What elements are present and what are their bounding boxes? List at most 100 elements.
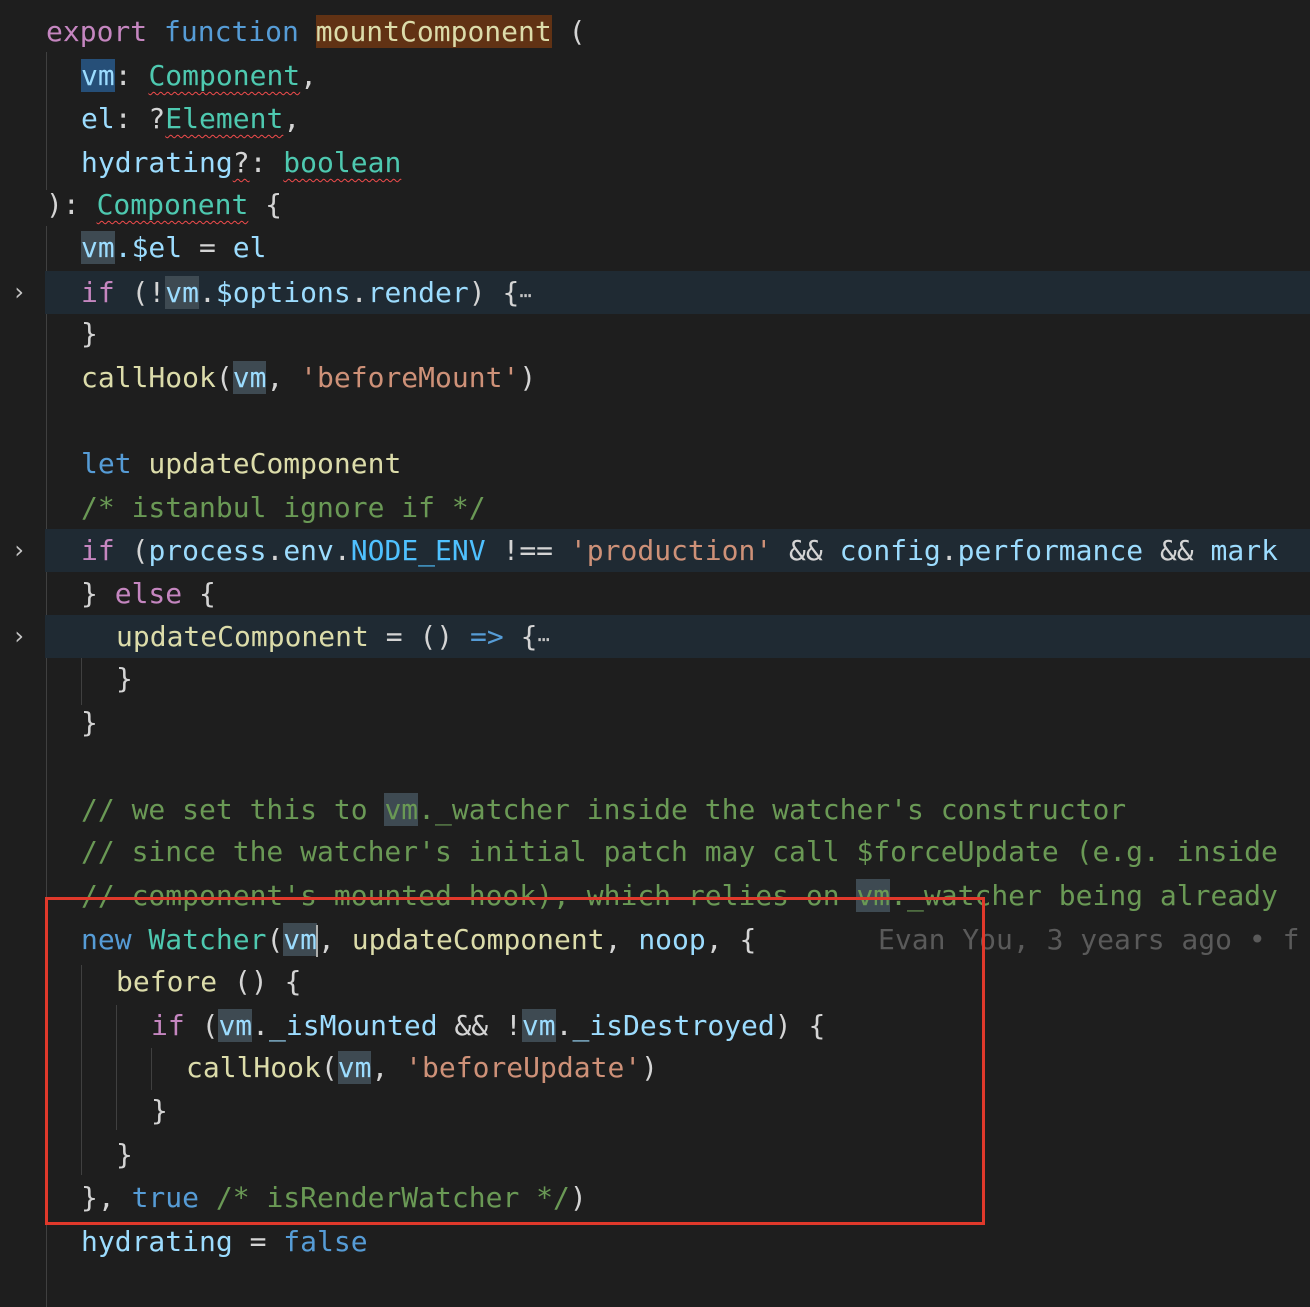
type-component[interactable]: Component (148, 59, 300, 92)
function-name[interactable]: mountComponent (315, 15, 552, 48)
folded-ellipsis-icon[interactable]: ⋯ (519, 283, 531, 307)
process-ref[interactable]: process (148, 534, 266, 567)
code-line-1[interactable]: export function mountComponent ( (0, 10, 1310, 53)
comment: ._watcher being already (890, 879, 1278, 912)
paren: ( (184, 1009, 219, 1042)
comment: /* istanbul ignore if */ (81, 491, 486, 524)
comma: , (300, 59, 318, 92)
code-line-22[interactable]: new Watcher(vm, updateComponent, noop, {… (0, 918, 1310, 961)
code-line-16[interactable]: } (0, 657, 1310, 700)
code-line-6[interactable]: vm.$el = el (0, 226, 1310, 269)
vm-ref[interactable]: vm (81, 231, 115, 264)
vm-ref[interactable]: vm (521, 1009, 556, 1042)
property-performance: performance (957, 534, 1144, 567)
call-callhook[interactable]: callHook (81, 361, 216, 394)
code-line-2[interactable]: vm: Component, (0, 54, 1310, 97)
comment: ._watcher inside the watcher's construct… (418, 793, 1127, 826)
code-line-19[interactable]: // we set this to vm._watcher inside the… (0, 788, 1310, 831)
arg-updatecomponent[interactable]: updateComponent (352, 923, 605, 956)
paren: ( (266, 923, 284, 956)
property-render: render (367, 276, 469, 309)
keyword-false: false (283, 1225, 368, 1258)
keyword-if: if (81, 534, 115, 567)
vm-ref[interactable]: vm (337, 1051, 372, 1084)
code-line-11[interactable]: let updateComponent (0, 442, 1310, 485)
vm-ref[interactable]: vm (283, 923, 318, 956)
hydrating-ref[interactable]: hydrating (81, 1225, 233, 1258)
code-line-15-folded[interactable]: updateComponent = () => {⋯ (45, 615, 1310, 658)
paren-brace: ) { (468, 276, 520, 309)
keyword-true: true (131, 1181, 200, 1214)
code-line-14[interactable]: } else { (0, 572, 1310, 615)
arrow: => (470, 620, 504, 653)
paren: (! (114, 276, 166, 309)
param-vm[interactable]: vm (81, 59, 115, 92)
code-line-28[interactable]: }, true /* isRenderWatcher */) (0, 1176, 1310, 1219)
return-type-component[interactable]: Component (97, 188, 249, 221)
operator: = (232, 1225, 284, 1258)
code-line-12[interactable]: /* istanbul ignore if */ (0, 486, 1310, 529)
dot: . (199, 276, 216, 309)
param-el[interactable]: el (81, 102, 115, 135)
colon: : (114, 59, 149, 92)
el-ref[interactable]: el (233, 231, 267, 264)
code-line-26[interactable]: } (0, 1089, 1310, 1132)
comment: // component's mounted hook), which reli… (81, 879, 857, 912)
type-element[interactable]: Element (165, 102, 283, 135)
paren-brace: () { (217, 965, 302, 998)
code-line-23[interactable]: before () { (0, 960, 1310, 1003)
operator: && (772, 534, 840, 567)
code-line-25[interactable]: callHook(vm, 'beforeUpdate') (0, 1046, 1310, 1089)
code-editor[interactable]: export function mountComponent ( vm: Com… (0, 0, 1310, 1307)
comment: /* isRenderWatcher */ (199, 1181, 570, 1214)
dot: . (333, 534, 351, 567)
code-line-8[interactable]: } (0, 312, 1310, 355)
vm-ref[interactable]: vm (218, 1009, 253, 1042)
chevron-right-icon[interactable]: › (4, 271, 34, 314)
param-hydrating[interactable]: hydrating (81, 146, 233, 179)
operator: = () (368, 620, 471, 653)
code-line-24[interactable]: if (vm._isMounted && !vm._isDestroyed) { (0, 1004, 1310, 1047)
code-line-3[interactable]: el: ?Element, (0, 97, 1310, 140)
class-watcher[interactable]: Watcher (132, 923, 266, 956)
var-updatecomponent[interactable]: updateComponent (116, 620, 369, 653)
chevron-right-icon[interactable]: › (4, 529, 34, 572)
method-before[interactable]: before (116, 965, 217, 998)
config-ref[interactable]: config (840, 534, 941, 567)
chevron-glyph: › (11, 278, 27, 306)
code-line-27[interactable]: } (0, 1133, 1310, 1176)
open-brace: { (182, 577, 216, 610)
code-line-9[interactable]: callHook(vm, 'beforeMount') (0, 356, 1310, 399)
close-brace: } (81, 706, 98, 739)
close-brace: } (81, 317, 98, 350)
git-blame-annotation[interactable]: Evan You, 3 years ago • f (878, 918, 1299, 961)
code-line-21[interactable]: // component's mounted hook), which reli… (0, 874, 1310, 917)
close-brace: } (116, 1138, 133, 1171)
paren: ( (114, 534, 149, 567)
arg-noop[interactable]: noop (638, 923, 705, 956)
chevron-glyph: › (11, 622, 27, 650)
var-updatecomponent[interactable]: updateComponent (132, 447, 401, 480)
code-line-17[interactable]: } (0, 701, 1310, 744)
mark-ref[interactable]: mark (1211, 534, 1278, 567)
comment: // we set this to (81, 793, 385, 826)
folded-ellipsis-icon[interactable]: ⋯ (537, 627, 549, 651)
string-literal: 'beforeUpdate' (405, 1051, 642, 1084)
code-line-20[interactable]: // since the watcher's initial patch may… (0, 830, 1310, 873)
code-line-29[interactable]: hydrating = false (0, 1220, 1310, 1263)
paren: ) (569, 1181, 587, 1214)
vm-ref[interactable]: vm (165, 276, 200, 309)
comment: // since the watcher's initial patch may… (81, 835, 1278, 868)
code-line-7-folded[interactable]: if (!vm.$options.render) {⋯ (45, 271, 1310, 314)
comma: , (318, 923, 352, 956)
paren: ) (519, 361, 537, 394)
vm-ref[interactable]: vm (232, 361, 267, 394)
chevron-right-icon[interactable]: › (4, 615, 34, 658)
type-boolean[interactable]: boolean (283, 146, 401, 179)
code-line-5[interactable]: ): Component { (0, 183, 1310, 226)
dot: . (252, 1009, 270, 1042)
code-line-13-folded[interactable]: if (process.env.NODE_ENV !== 'production… (45, 529, 1310, 572)
call-callhook[interactable]: callHook (186, 1051, 321, 1084)
code-line-4[interactable]: hydrating?: boolean (0, 141, 1310, 184)
close-paren: ): (46, 188, 97, 221)
